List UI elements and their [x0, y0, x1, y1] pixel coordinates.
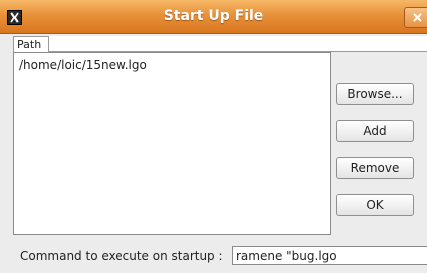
- remove-button[interactable]: Remove: [336, 157, 414, 179]
- startup-file-list[interactable]: /home/loic/15new.lgo: [13, 52, 331, 235]
- title-bar[interactable]: Start Up File: [0, 0, 427, 34]
- close-button[interactable]: [404, 7, 427, 28]
- window-title: Start Up File: [163, 8, 264, 24]
- browse-button[interactable]: Browse...: [336, 83, 414, 105]
- tab-strip: [49, 36, 427, 52]
- tab-path-label: Path: [17, 38, 42, 51]
- ok-button[interactable]: OK: [336, 194, 414, 216]
- add-button[interactable]: Add: [336, 120, 414, 142]
- list-item[interactable]: /home/loic/15new.lgo: [19, 58, 147, 72]
- command-label: Command to execute on startup :: [20, 249, 223, 263]
- close-icon: [413, 13, 422, 22]
- start-up-file-dialog: Start Up File Path /home/loic/15new.lgo …: [0, 0, 427, 273]
- tab-path[interactable]: Path: [13, 36, 49, 52]
- command-input[interactable]: [232, 246, 427, 265]
